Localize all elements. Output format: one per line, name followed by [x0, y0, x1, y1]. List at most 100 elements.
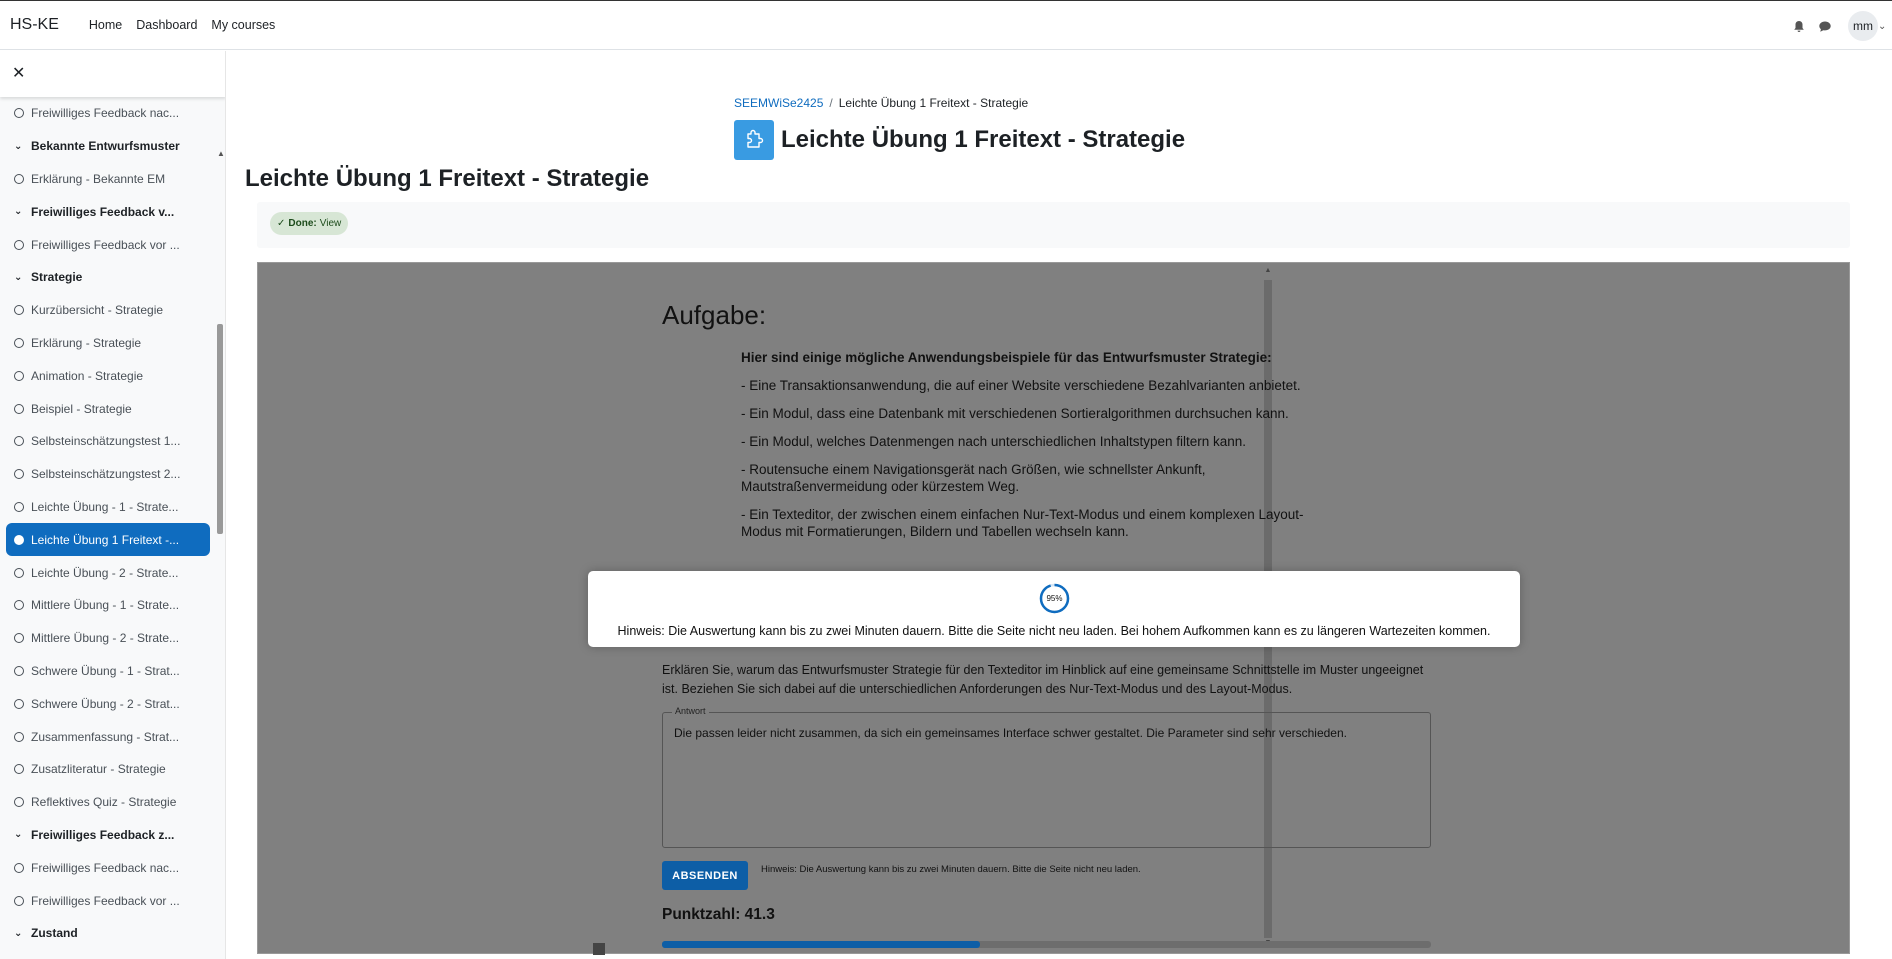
answer-textarea[interactable]: Antwort Die passen leider nicht zusammen… — [662, 706, 1431, 848]
page-title: Leichte Übung 1 Freitext - Strategie — [781, 126, 1186, 153]
task-example: - Ein Modul, welches Datenmengen nach un… — [741, 434, 1247, 449]
sidebar-item-label: Reflektives Quiz - Strategie — [31, 795, 177, 810]
sidebar-item-label: Leichte Übung - 2 - Strate... — [31, 565, 179, 580]
sidebar-item[interactable]: Freiwilliges Feedback vor ... — [0, 228, 216, 261]
completion-circle-icon — [14, 239, 24, 250]
sidebar-item[interactable]: Erklärung - Strategie — [0, 327, 216, 360]
completion-circle-icon — [14, 633, 24, 644]
user-avatar[interactable]: mm — [1848, 11, 1878, 41]
breadcrumb-course-link[interactable]: SEEMWiSe2425 — [734, 96, 823, 110]
task-example: - Ein Modul, dass eine Datenbank mit ver… — [741, 406, 1289, 421]
sidebar-item-label: Selbsteinschätzungstest 2... — [31, 467, 181, 482]
nav-dashboard[interactable]: Dashboard — [136, 18, 197, 32]
sidebar-item[interactable]: Selbsteinschätzungstest 1... — [0, 425, 216, 458]
score-progress-bar — [662, 941, 1431, 948]
submit-hint: Hinweis: Die Auswertung kann bis zu zwei… — [761, 864, 1141, 875]
completion-badge[interactable]: ✓ Done: View — [270, 212, 349, 235]
completion-circle-icon — [14, 797, 24, 808]
sidebar-item[interactable]: Leichte Übung - 2 - Strate... — [0, 556, 216, 589]
sidebar-item-label: Strategie — [31, 270, 83, 285]
sidebar-item[interactable]: Schwere Übung - 2 - Strat... — [0, 687, 216, 720]
sidebar-item[interactable]: Freiwilliges Feedback nac... — [0, 851, 216, 884]
breadcrumb-separator: / — [829, 96, 833, 110]
resize-handle — [593, 943, 605, 955]
puzzle-icon — [734, 120, 774, 160]
nav-home[interactable]: Home — [89, 18, 122, 32]
page-header: Leichte Übung 1 Freitext - Strategie — [734, 120, 1185, 160]
sidebar-item[interactable]: Freiwilliges Feedback vor ... — [0, 884, 216, 917]
task-description: Hier sind einige mögliche Anwendungsbeis… — [741, 349, 1341, 551]
sidebar-item[interactable]: Erklärung - Bekannte EM — [0, 163, 216, 196]
task-question: Erklären Sie, warum das Entwurfsmuster S… — [662, 663, 1424, 696]
chevron-down-icon[interactable]: ⌄ — [14, 829, 24, 840]
sidebar-item-label: Freiwilliges Feedback vor ... — [31, 237, 180, 252]
sidebar-item-label: Freiwilliges Feedback vor ... — [31, 893, 180, 908]
completion-circle-icon — [14, 403, 24, 414]
sidebar-item[interactable]: Freiwilliges Feedback nac... — [0, 97, 216, 130]
sidebar-item[interactable]: Animation - Strategie — [0, 359, 216, 392]
chat-icon[interactable] — [1812, 13, 1838, 39]
nav-my-courses[interactable]: My courses — [211, 18, 275, 32]
top-navbar: HS-KE Home Dashboard My courses mm ⌄ — [0, 0, 1892, 50]
chevron-down-icon[interactable]: ⌄ — [14, 928, 24, 939]
chevron-down-icon[interactable]: ⌄ — [14, 141, 24, 152]
scroll-up-arrow-icon[interactable]: ▲ — [217, 149, 225, 158]
evaluation-modal: 95% Hinweis: Die Auswertung kann bis zu … — [588, 571, 1520, 647]
chevron-down-icon[interactable]: ⌄ — [1878, 21, 1892, 32]
course-index-list: Freiwilliges Feedback nac... ⌄ Bekannte En… — [0, 97, 216, 959]
bell-icon[interactable] — [1786, 13, 1812, 39]
activity-heading: Leichte Übung 1 Freitext - Strategie — [245, 165, 650, 192]
sidebar-item[interactable]: Reflektives Quiz - Strategie — [0, 786, 216, 819]
task-example: - Ein Texteditor, der zwischen einem ein… — [741, 507, 1304, 539]
sidebar-item-label: Schwere Übung - 2 - Strat... — [31, 696, 180, 711]
sidebar-item[interactable]: Mittlere Übung - 1 - Strate... — [0, 589, 216, 622]
sidebar-item[interactable]: Kurzübersicht - Strategie — [0, 294, 216, 327]
task-example: - Routensuche einem Navigationsgerät nac… — [741, 462, 1206, 494]
sidebar-item[interactable]: Selbsteinschätzungstest 2... — [0, 458, 216, 491]
drawer-scroll-thumb[interactable] — [217, 324, 223, 534]
sidebar-item-label: Erklärung - Strategie — [31, 335, 142, 350]
sidebar-item-label: Zusatzliteratur - Strategie — [31, 762, 166, 777]
site-brand[interactable]: HS-KE — [10, 16, 59, 34]
sidebar-item[interactable]: Schwere Übung - 1 - Strat... — [0, 655, 216, 688]
sidebar-item[interactable]: Zusatzliteratur - Strategie — [0, 753, 216, 786]
completion-circle-icon — [14, 534, 24, 545]
task-title: Aufgabe: — [662, 300, 767, 330]
sidebar-section[interactable]: ⌄ Bekannte Entwurfsmuster — [0, 130, 216, 163]
sidebar-item-label: Animation - Strategie — [31, 368, 144, 383]
answer-value[interactable]: Die passen leider nicht zusammen, da sic… — [674, 726, 1347, 740]
sidebar-item-label: Erklärung - Bekannte EM — [31, 171, 166, 186]
completion-view-label: View — [319, 218, 342, 229]
completion-circle-icon — [14, 600, 24, 611]
chevron-down-icon[interactable]: ⌄ — [14, 206, 24, 217]
completion-circle-icon — [14, 665, 24, 676]
chevron-down-icon[interactable]: ⌄ — [14, 272, 24, 283]
sidebar-item[interactable]: Beispiel - Strategie — [0, 392, 216, 425]
sidebar-item[interactable]: Mittlere Übung - 2 - Strate... — [0, 622, 216, 655]
answer-legend: Antwort — [672, 706, 709, 716]
sidebar-item[interactable]: Kurzübersicht - Zustand — [0, 950, 216, 959]
breadcrumb-current: Leichte Übung 1 Freitext - Strategie — [838, 96, 1029, 110]
sidebar-section[interactable]: ⌄ Freiwilliges Feedback z... — [0, 819, 216, 852]
sidebar-item-label: Leichte Übung 1 Freitext -... — [31, 532, 180, 547]
completion-done-label: Done: — [288, 218, 317, 229]
close-icon[interactable]: ✕ — [12, 63, 25, 83]
completion-circle-icon — [14, 567, 24, 578]
sidebar-item-label: Freiwilliges Feedback nac... — [31, 106, 180, 121]
sidebar-section[interactable]: ⌄ Strategie — [0, 261, 216, 294]
drawer-header: ✕ — [0, 51, 225, 97]
sidebar-section[interactable]: ⌄ Freiwilliges Feedback v... — [0, 195, 216, 228]
sidebar-item-label: Selbsteinschätzungstest 1... — [31, 434, 181, 449]
sidebar-item-label: Freiwilliges Feedback v... — [31, 204, 175, 219]
sidebar-item[interactable]: Leichte Übung - 1 - Strate... — [0, 491, 216, 524]
completion-circle-icon — [14, 469, 24, 480]
drawer-scrollbar[interactable]: ▲ — [217, 97, 225, 959]
submit-button[interactable]: ABSENDEN — [662, 861, 748, 890]
navbar-user-area: mm ⌄ — [1786, 1, 1892, 51]
sidebar-item[interactable]: Leichte Übung 1 Freitext -... — [6, 523, 210, 557]
completion-circle-icon — [14, 370, 24, 381]
sidebar-section[interactable]: ⌄ Zustand — [0, 917, 216, 950]
task-example: - Eine Transaktionsanwendung, die auf ei… — [741, 378, 1301, 393]
scroll-up-arrow-icon[interactable]: ▲ — [1263, 267, 1273, 274]
sidebar-item[interactable]: Zusammenfassung - Strat... — [0, 720, 216, 753]
